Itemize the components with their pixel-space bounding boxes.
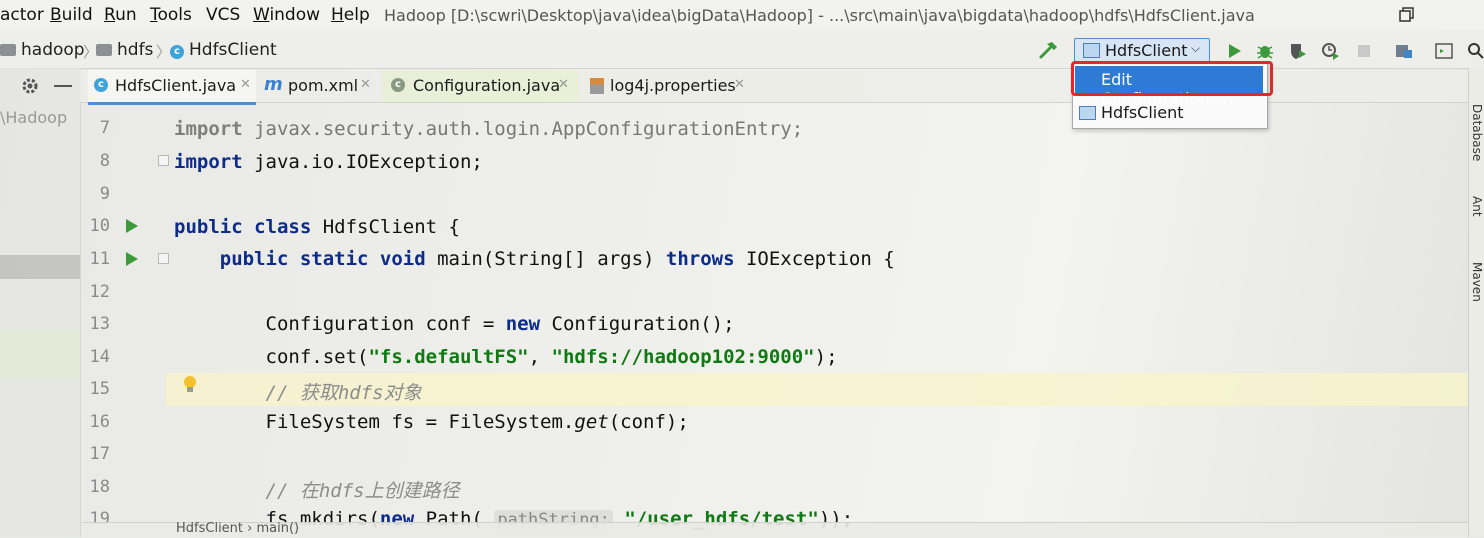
tool-window-ant[interactable]: Ant bbox=[1470, 196, 1484, 217]
restore-window-icon[interactable] bbox=[1398, 6, 1416, 24]
folder-icon bbox=[96, 44, 112, 56]
chevron-down-icon: ⌵ bbox=[1191, 41, 1201, 55]
line-number: 12 bbox=[89, 282, 110, 302]
run-config-icon bbox=[1079, 106, 1096, 120]
line-number: 14 bbox=[89, 347, 110, 367]
project-panel bbox=[0, 68, 81, 537]
menu-help[interactable]: Help bbox=[331, 5, 370, 25]
code-line-16[interactable]: FileSystem fs = FileSystem.get(conf); bbox=[174, 411, 689, 433]
gear-icon[interactable] bbox=[20, 76, 40, 96]
code-line-18[interactable]: // 在hdfs上创建路径 bbox=[174, 476, 460, 503]
tab-log4j-properties[interactable]: log4j.properties ✕ bbox=[586, 70, 752, 102]
line-number: 7 bbox=[99, 118, 110, 138]
tab-configuration-java[interactable]: c Configuration.java ✕ bbox=[382, 70, 578, 102]
run-config-icon bbox=[1083, 43, 1100, 58]
run-method-icon[interactable] bbox=[126, 252, 138, 266]
line-number: 18 bbox=[89, 477, 110, 497]
breadcrumb-separator: 〉 bbox=[156, 43, 172, 61]
coverage-icon[interactable] bbox=[1288, 41, 1308, 61]
run-icon[interactable] bbox=[1224, 41, 1244, 61]
menu-run[interactable]: Run bbox=[104, 5, 137, 25]
class-icon: c bbox=[391, 78, 405, 92]
class-icon: c bbox=[94, 78, 108, 92]
code-line-15[interactable]: // 获取hdfs对象 bbox=[174, 378, 422, 405]
close-icon[interactable]: ✕ bbox=[360, 77, 371, 92]
terminal-icon[interactable] bbox=[1434, 41, 1454, 61]
tool-window-database[interactable]: Database bbox=[1470, 104, 1484, 161]
line-number: 9 bbox=[99, 184, 110, 204]
menu-window[interactable]: Window bbox=[253, 5, 320, 25]
code-line-7[interactable]: import javax.security.auth.login.AppConf… bbox=[174, 118, 803, 140]
line-number: 13 bbox=[89, 314, 110, 334]
properties-file-icon bbox=[590, 78, 604, 94]
project-tree-highlight bbox=[0, 330, 80, 378]
menu-vcs[interactable]: VCS bbox=[206, 5, 240, 25]
editor-breadcrumb-bar: HdfsClient › main() bbox=[82, 521, 1468, 538]
maven-icon: m bbox=[264, 74, 283, 95]
debug-icon[interactable] bbox=[1255, 41, 1275, 61]
code-line-10[interactable]: public class HdfsClient { bbox=[174, 216, 460, 238]
fold-icon[interactable] bbox=[158, 155, 169, 166]
profile-icon[interactable] bbox=[1320, 41, 1340, 61]
line-number: 16 bbox=[89, 412, 110, 432]
code-line-11[interactable]: public static void main(String[] args) t… bbox=[174, 248, 895, 270]
line-number: 15 bbox=[89, 379, 110, 399]
code-line-8[interactable]: import java.io.IOException; bbox=[174, 151, 483, 173]
tool-window-maven[interactable]: Maven bbox=[1470, 262, 1484, 302]
line-number: 11 bbox=[89, 249, 110, 269]
line-number: 8 bbox=[99, 151, 110, 171]
menu-refactor[interactable]: actor bbox=[0, 5, 44, 25]
project-path-label: \Hadoop bbox=[0, 108, 68, 127]
close-icon[interactable]: ✕ bbox=[240, 77, 251, 92]
line-number: 17 bbox=[89, 444, 110, 464]
stop-icon[interactable] bbox=[1354, 41, 1374, 61]
line-number: 10 bbox=[89, 216, 110, 236]
search-icon[interactable] bbox=[1466, 41, 1484, 61]
class-icon: c bbox=[170, 45, 184, 59]
window-title: Hadoop [D:\scwri\Desktop\java\idea\bigDa… bbox=[384, 6, 1255, 25]
menu-tools[interactable]: Tools bbox=[150, 5, 192, 25]
highlight-annotation-box bbox=[1071, 61, 1273, 96]
dropdown-item-hdfsclient[interactable]: HdfsClient bbox=[1075, 100, 1263, 126]
close-icon[interactable]: ✕ bbox=[558, 77, 569, 92]
breadcrumb-hadoop[interactable]: hadoop bbox=[0, 40, 85, 60]
menu-bar: actor Build Run Tools VCS Window Help Ha… bbox=[0, 0, 1484, 30]
breadcrumb-hdfsclient[interactable]: c HdfsClient bbox=[170, 40, 277, 60]
code-line-13[interactable]: Configuration conf = new Configuration()… bbox=[174, 313, 735, 335]
fold-icon[interactable] bbox=[158, 253, 169, 264]
breadcrumb-hdfs[interactable]: hdfs bbox=[96, 40, 153, 60]
menu-build[interactable]: Build bbox=[50, 5, 93, 25]
folder-icon bbox=[0, 44, 16, 56]
tab-hdfsclient-java[interactable]: c HdfsClient.java ✕ bbox=[88, 70, 256, 105]
code-line-14[interactable]: conf.set("fs.defaultFS", "hdfs://hadoop1… bbox=[174, 346, 838, 368]
close-icon[interactable]: ✕ bbox=[734, 77, 745, 92]
tab-pom-xml[interactable]: m pom.xml ✕ bbox=[260, 70, 378, 102]
project-tree-selection[interactable] bbox=[0, 255, 80, 279]
run-class-icon[interactable] bbox=[126, 219, 138, 233]
minimize-panel-icon[interactable] bbox=[54, 85, 72, 87]
build-hammer-icon[interactable] bbox=[1038, 40, 1060, 60]
project-structure-icon[interactable] bbox=[1394, 41, 1414, 61]
